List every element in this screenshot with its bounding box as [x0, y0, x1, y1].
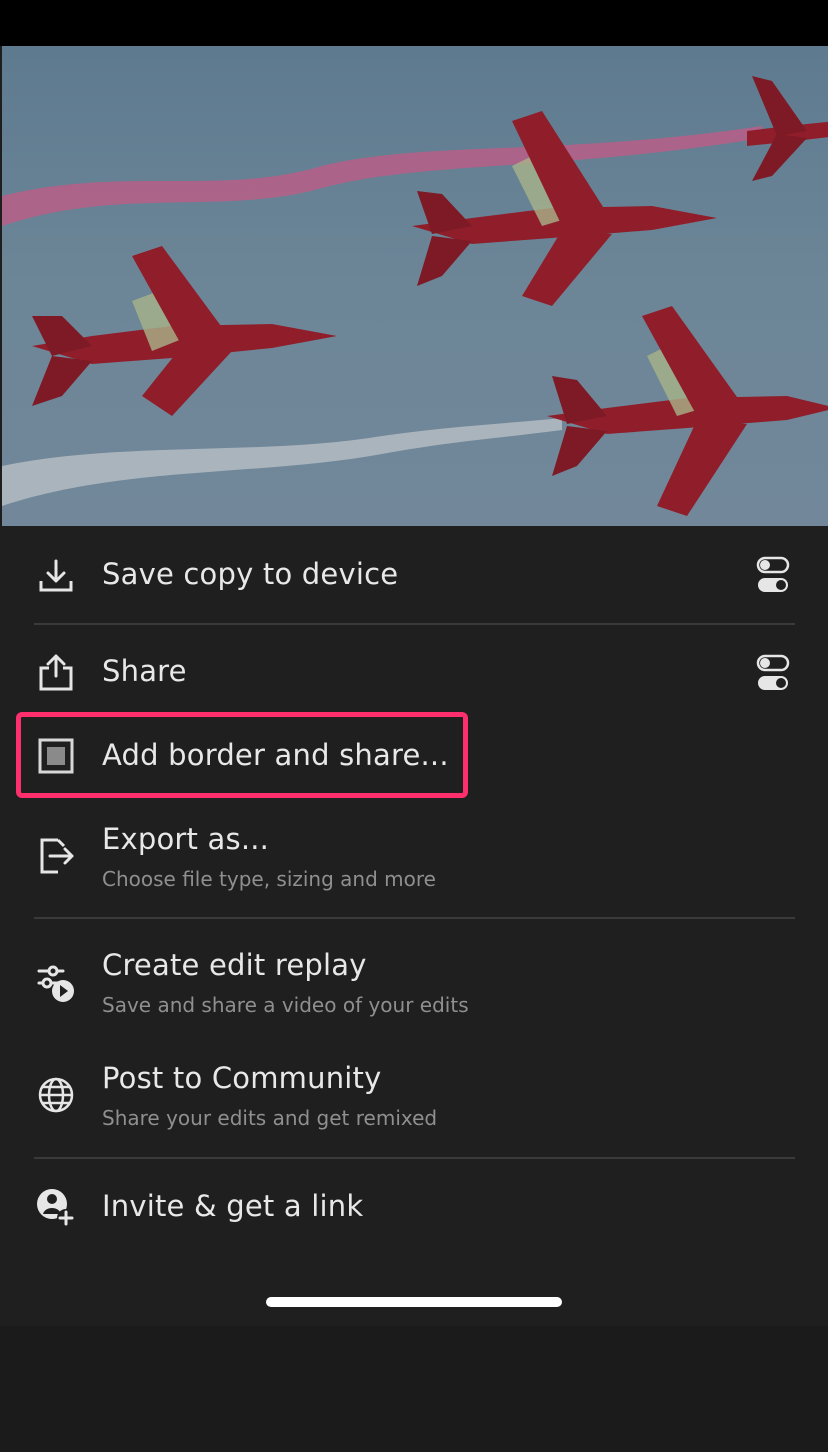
- menu-item-label: Save copy to device: [102, 557, 399, 591]
- home-indicator[interactable]: [266, 1297, 562, 1307]
- toggle-settings-icon[interactable]: [756, 556, 790, 594]
- photo-preview: [2, 46, 828, 526]
- menu-item-export[interactable]: Export as... Choose file type, sizing an…: [0, 820, 828, 900]
- invite-user-icon: [34, 1186, 78, 1230]
- menu-item-label: Create edit replay: [102, 948, 367, 982]
- share-icon: [34, 650, 78, 694]
- divider: [34, 917, 795, 919]
- status-bar: [0, 0, 828, 46]
- export-icon: [34, 834, 78, 878]
- menu-item-sublabel: Choose file type, sizing and more: [102, 867, 436, 891]
- menu-item-save-copy[interactable]: Save copy to device: [0, 550, 828, 604]
- toggle-settings-icon[interactable]: [756, 654, 790, 692]
- menu-item-share[interactable]: Share: [0, 646, 828, 700]
- divider: [34, 1157, 795, 1159]
- bottom-safe-area: [0, 1326, 828, 1452]
- menu-item-post-community[interactable]: Post to Community Share your edits and g…: [0, 1059, 828, 1139]
- download-icon: [34, 554, 78, 598]
- highlight-box: [16, 712, 468, 798]
- menu-item-edit-replay[interactable]: Create edit replay Save and share a vide…: [0, 946, 828, 1026]
- globe-icon: [34, 1073, 78, 1117]
- menu-item-sublabel: Save and share a video of your edits: [102, 993, 469, 1017]
- menu-item-invite[interactable]: Invite & get a link: [0, 1182, 828, 1236]
- edit-replay-icon: [34, 962, 78, 1006]
- menu-item-sublabel: Share your edits and get remixed: [102, 1106, 438, 1130]
- menu-item-label: Share: [102, 654, 187, 688]
- menu-item-label: Export as...: [102, 822, 270, 856]
- divider: [34, 623, 795, 625]
- menu-item-label: Post to Community: [102, 1061, 382, 1095]
- menu-item-label: Invite & get a link: [102, 1189, 364, 1223]
